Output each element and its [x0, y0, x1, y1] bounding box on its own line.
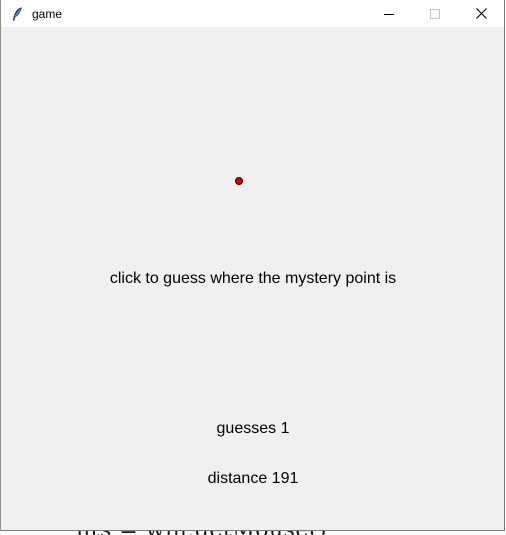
distance-readout: distance 191 [207, 470, 299, 487]
minimize-button[interactable] [366, 0, 412, 27]
guesses-counter: guesses 1 [216, 420, 290, 437]
game-canvas[interactable]: click to guess where the mystery point i… [2, 27, 503, 529]
window-title: game [32, 6, 63, 21]
minimize-icon [384, 13, 394, 15]
close-icon [475, 8, 487, 19]
instruction-text: click to guess where the mystery point i… [109, 270, 397, 287]
close-button[interactable] [458, 0, 504, 27]
feather-icon [10, 6, 26, 22]
maximize-icon [430, 8, 440, 19]
window-controls [366, 0, 504, 27]
guess-marker [235, 177, 243, 185]
title-bar[interactable]: game [1, 0, 504, 27]
game-window: game click to guess where the mystery po… [0, 0, 505, 531]
maximize-button[interactable] [412, 0, 458, 27]
